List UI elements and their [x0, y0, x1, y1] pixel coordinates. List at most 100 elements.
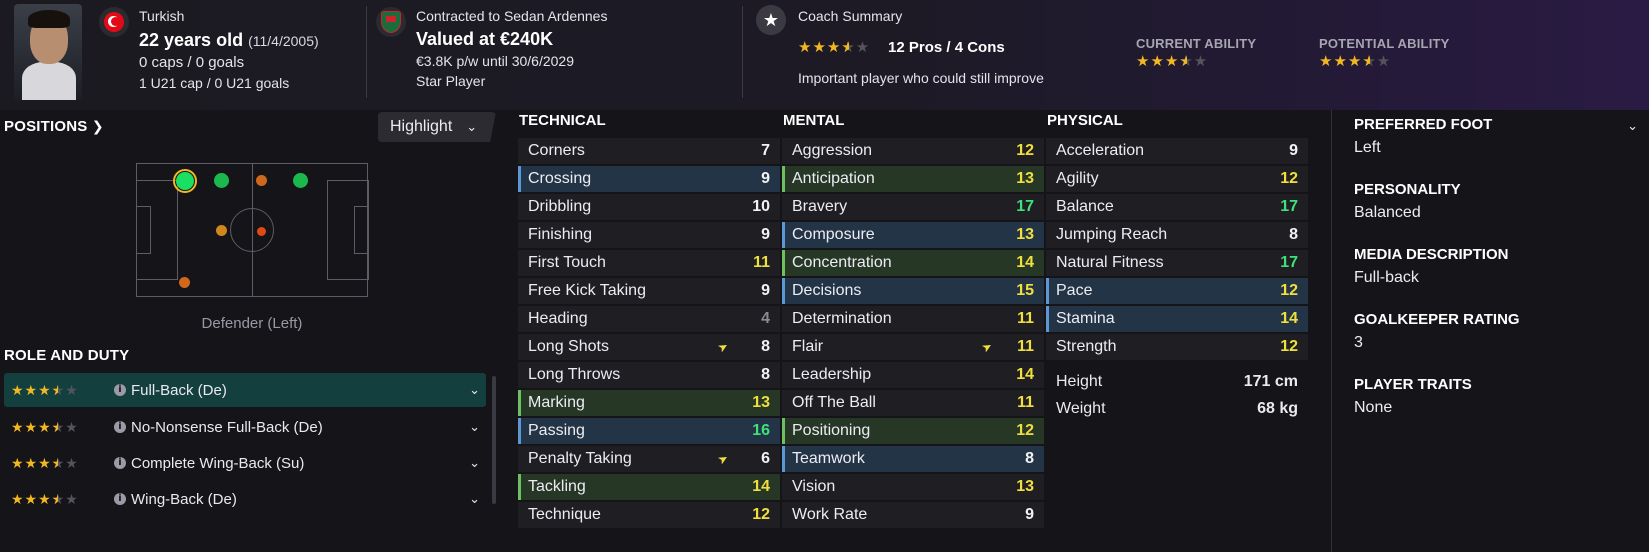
chevron-down-icon[interactable]: ⌄ [469, 491, 480, 507]
attribute-row[interactable]: Passing 16 [518, 418, 780, 444]
attribute-name: Pace [1056, 282, 1093, 299]
attribute-row[interactable]: Agility 12 [1046, 166, 1308, 192]
attribute-row[interactable]: Strength 12 [1046, 334, 1308, 360]
dob-value: (11/4/2005) [248, 33, 319, 49]
attribute-value: 17 [1280, 198, 1298, 215]
coach-summary-title[interactable]: Coach Summary [798, 8, 902, 24]
attribute-value: 14 [1016, 254, 1034, 271]
contract-text[interactable]: Contracted to Sedan Ardennes [416, 8, 607, 24]
attribute-name: Teamwork [792, 450, 865, 467]
role-row[interactable]: ★★★★★ i Full-Back (De) ⌄ [4, 373, 486, 407]
physical-column: PHYSICAL Acceleration 9 Agility 12 Balance 17… [1046, 112, 1308, 422]
attribute-name: Jumping Reach [1056, 226, 1168, 243]
position-caption: Defender (Left) [201, 315, 303, 332]
star-icon[interactable]: ★ [756, 5, 786, 35]
attribute-row[interactable]: Flair ➤ 11 [782, 334, 1044, 360]
chevron-down-icon[interactable]: ⌄ [469, 419, 480, 435]
attribute-name: Tackling [528, 478, 586, 495]
attribute-row[interactable]: Vision 13 [782, 474, 1044, 500]
caps-text: 0 caps / 0 goals [139, 54, 245, 71]
u21-caps-text: 1 U21 cap / 0 U21 goals [139, 75, 290, 91]
attribute-row[interactable]: Technique 12 [518, 502, 780, 528]
player-traits-title: PLAYER TRAITS [1354, 376, 1472, 393]
turkey-flag-icon [99, 7, 129, 37]
attribute-row[interactable]: Long Shots ➤ 8 [518, 334, 780, 360]
attribute-row[interactable]: Heading 4 [518, 306, 780, 332]
info-icon[interactable]: i [114, 457, 126, 469]
role-label: Complete Wing-Back (Su) [131, 454, 305, 472]
info-icon[interactable]: i [114, 421, 126, 433]
attribute-row[interactable]: Positioning 12 [782, 418, 1044, 444]
attribute-name: Long Shots [528, 338, 609, 355]
attribute-row[interactable]: First Touch 11 [518, 250, 780, 276]
attribute-row[interactable]: Determination 11 [782, 306, 1044, 332]
attribute-row[interactable]: Work Rate 9 [782, 502, 1044, 528]
roles-scrollbar[interactable] [492, 376, 496, 504]
chevron-down-icon[interactable]: ⌄ [469, 455, 480, 471]
attribute-name: Strength [1056, 338, 1117, 355]
right-divider [1331, 110, 1332, 552]
role-label: Wing-Back (De) [131, 490, 237, 508]
attribute-name: Heading [528, 310, 588, 327]
flair-arrow-icon: ➤ [715, 338, 731, 356]
info-icon[interactable]: i [114, 384, 126, 396]
attribute-row[interactable]: Crossing 9 [518, 166, 780, 192]
attribute-row[interactable]: Long Throws 8 [518, 362, 780, 388]
attribute-value: 7 [761, 142, 770, 159]
position-dot-ml [256, 175, 267, 186]
attribute-name: Acceleration [1056, 142, 1145, 159]
pros-cons-text: 12 Pros / 4 Cons [888, 39, 1005, 56]
attribute-row[interactable]: Penalty Taking ➤ 6 [518, 446, 780, 472]
attribute-row[interactable]: Decisions 15 [782, 278, 1044, 304]
technical-title: TECHNICAL [519, 112, 606, 129]
attribute-name: Stamina [1056, 310, 1115, 327]
attribute-name: Natural Fitness [1056, 254, 1164, 271]
age-text: 22 years old (11/4/2005) [139, 30, 319, 51]
attribute-row[interactable]: Concentration 14 [782, 250, 1044, 276]
flair-arrow-icon: ➤ [715, 450, 731, 468]
attribute-row[interactable]: Anticipation 13 [782, 166, 1044, 192]
role-row[interactable]: ★★★★★ i Complete Wing-Back (Su) ⌄ [4, 446, 486, 480]
attribute-name: Composure [792, 226, 875, 243]
attribute-row[interactable]: Pace 12 [1046, 278, 1308, 304]
attribute-row[interactable]: Off The Ball 11 [782, 390, 1044, 416]
attribute-name: Flair [792, 338, 824, 355]
positions-title[interactable]: POSITIONS ❯ [4, 118, 104, 135]
attribute-row[interactable]: Free Kick Taking 9 [518, 278, 780, 304]
preferred-foot-title: PREFERRED FOOT [1354, 116, 1493, 133]
attribute-row[interactable]: Corners 7 [518, 138, 780, 164]
attribute-value: 8 [1289, 226, 1298, 243]
role-row[interactable]: ★★★★★ i No-Nonsense Full-Back (De) ⌄ [4, 410, 486, 444]
attribute-row[interactable]: Balance 17 [1046, 194, 1308, 220]
info-icon[interactable]: i [114, 493, 126, 505]
role-row[interactable]: ★★★★★ i Wing-Back (De) ⌄ [4, 482, 486, 516]
chevron-down-icon[interactable]: ⌄ [1627, 118, 1638, 134]
attribute-row[interactable]: Dribbling 10 [518, 194, 780, 220]
highlight-dropdown[interactable]: Highlight ⌄ [378, 112, 496, 142]
attribute-row[interactable]: Jumping Reach 8 [1046, 222, 1308, 248]
attribute-row[interactable]: Acceleration 9 [1046, 138, 1308, 164]
attribute-row[interactable]: Stamina 14 [1046, 306, 1308, 332]
physical-title: PHYSICAL [1047, 112, 1123, 129]
attribute-row[interactable]: Bravery 17 [782, 194, 1044, 220]
goalkeeper-rating-value: 3 [1354, 334, 1363, 351]
chevron-down-icon[interactable]: ⌄ [469, 382, 480, 398]
attribute-row[interactable]: Teamwork 8 [782, 446, 1044, 472]
attribute-row[interactable]: Finishing 9 [518, 222, 780, 248]
attribute-row[interactable]: Leadership 14 [782, 362, 1044, 388]
potential-ability-label: POTENTIAL ABILITY [1319, 36, 1450, 51]
technical-column: TECHNICAL Corners 7 Crossing 9 Dribbling 10 Fi… [518, 112, 780, 530]
attribute-row[interactable]: Aggression 12 [782, 138, 1044, 164]
attribute-value: 11 [1017, 394, 1034, 411]
current-ability-label: CURRENT ABILITY [1136, 36, 1257, 51]
attribute-value: 9 [1025, 506, 1034, 523]
flair-arrow-icon: ➤ [979, 338, 995, 356]
attribute-row[interactable]: Marking 13 [518, 390, 780, 416]
mental-column: MENTAL Aggression 12 Anticipation 13 Bravery… [782, 112, 1044, 530]
attribute-value: 10 [752, 198, 770, 215]
attribute-name: Concentration [792, 254, 892, 271]
club-crest-icon[interactable] [376, 7, 406, 37]
attribute-row[interactable]: Natural Fitness 17 [1046, 250, 1308, 276]
attribute-row[interactable]: Tackling 14 [518, 474, 780, 500]
attribute-row[interactable]: Composure 13 [782, 222, 1044, 248]
